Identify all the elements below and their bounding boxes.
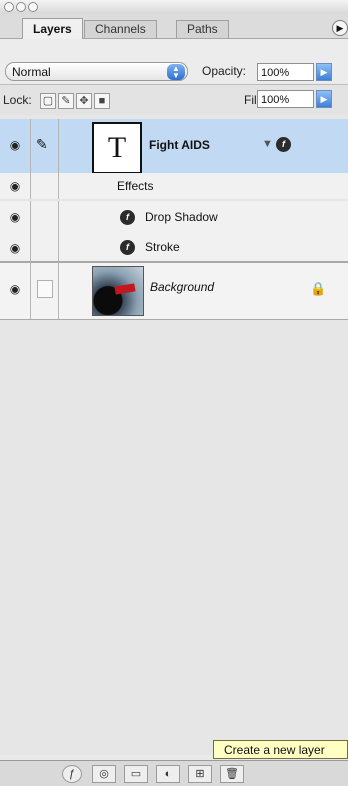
lock-transparency-icon[interactable]: ▢	[40, 93, 56, 109]
layer-thumbnail-image	[92, 266, 144, 316]
delete-layer-icon[interactable]: 🗑	[220, 765, 244, 783]
opacity-input[interactable]: 100%	[257, 63, 314, 81]
visibility-cell: ◉	[0, 233, 31, 261]
effect-icon: f	[120, 240, 135, 255]
link-cell	[30, 173, 59, 199]
layer-row-background[interactable]: ◉ Background 🔒	[0, 263, 348, 319]
panel-menu-icon[interactable]: ▶	[332, 20, 348, 36]
opacity-label: Opacity:	[202, 64, 247, 78]
eye-icon[interactable]: ◉	[7, 211, 23, 223]
layer-name[interactable]: Background	[150, 280, 214, 294]
link-cell	[30, 233, 59, 261]
effect-name: Stroke	[145, 240, 180, 254]
close-window-button[interactable]	[4, 2, 14, 12]
lock-row: Lock: ▢ ✎ ✥ ■ Fill: 100% ▶	[0, 84, 348, 116]
eye-icon[interactable]: ◉	[7, 180, 23, 192]
lock-all-icon[interactable]: ■	[94, 93, 110, 109]
link-cell	[30, 263, 59, 319]
link-box[interactable]	[37, 280, 53, 298]
brush-icon: ✎	[36, 136, 48, 152]
layers-bottom-toolbar: ƒ ◎ ▭ ◐ ⊞ 🗑	[0, 760, 348, 786]
panel-tabs: Layers Channels Paths	[0, 14, 348, 40]
lock-position-icon[interactable]: ✥	[76, 93, 92, 109]
create-group-icon[interactable]: ▭	[124, 765, 148, 783]
eye-icon[interactable]: ◉	[7, 139, 23, 151]
add-layer-style-icon[interactable]: ƒ	[62, 765, 82, 783]
lock-label: Lock:	[3, 93, 32, 107]
layer-name[interactable]: Fight AIDS	[149, 138, 210, 152]
link-cell: ✎	[30, 119, 59, 173]
create-new-layer-icon[interactable]: ⊞	[188, 765, 212, 783]
create-adjustment-layer-icon[interactable]: ◐	[156, 765, 180, 783]
tab-channels[interactable]: Channels	[84, 20, 157, 38]
link-cell	[30, 201, 59, 233]
effects-label: Effects	[117, 179, 154, 193]
minimize-window-button[interactable]	[16, 2, 26, 12]
visibility-cell: ◉	[0, 173, 31, 199]
effects-row[interactable]: ◉ Effects	[0, 173, 348, 199]
red-ribbon-mark	[114, 283, 136, 295]
tooltip: Create a new layer	[213, 740, 348, 759]
fill-slider-arrow-icon[interactable]: ▶	[316, 90, 332, 108]
blend-mode-value: Normal	[12, 65, 51, 79]
effect-name: Drop Shadow	[145, 210, 218, 224]
visibility-cell: ◉	[0, 201, 31, 233]
visibility-cell: ◉	[0, 119, 31, 173]
tab-paths[interactable]: Paths	[176, 20, 229, 38]
fill-input[interactable]: 100%	[257, 90, 314, 108]
effect-row-stroke[interactable]: ◉ f Stroke	[0, 233, 348, 261]
layers-list: ◉ ✎ T Fight AIDS ▼ f ◉ Effects ◉ f Drop …	[0, 115, 348, 755]
layer-divider	[0, 319, 348, 320]
opacity-slider-arrow-icon[interactable]: ▶	[316, 63, 332, 81]
blend-mode-select[interactable]: Normal ▲ ▼	[5, 62, 188, 81]
layer-effects-icon[interactable]: f	[276, 137, 291, 152]
layer-row-fight-aids[interactable]: ◉ ✎ T Fight AIDS ▼ f	[0, 119, 348, 174]
select-arrows-icon: ▲ ▼	[167, 64, 185, 80]
expand-triangle-icon[interactable]: ▼	[262, 138, 273, 150]
add-layer-mask-icon[interactable]: ◎	[92, 765, 116, 783]
lock-image-pixels-icon[interactable]: ✎	[58, 93, 74, 109]
eye-icon[interactable]: ◉	[7, 283, 23, 295]
effect-icon: f	[120, 210, 135, 225]
visibility-cell: ◉	[0, 263, 31, 319]
effect-row-drop-shadow[interactable]: ◉ f Drop Shadow	[0, 201, 348, 233]
layer-thumbnail: T	[92, 122, 142, 174]
zoom-window-button[interactable]	[28, 2, 38, 12]
lock-icon: 🔒	[310, 281, 327, 296]
eye-icon[interactable]: ◉	[7, 242, 23, 254]
tab-layers[interactable]: Layers	[22, 18, 83, 40]
window-titlebar	[0, 0, 348, 15]
